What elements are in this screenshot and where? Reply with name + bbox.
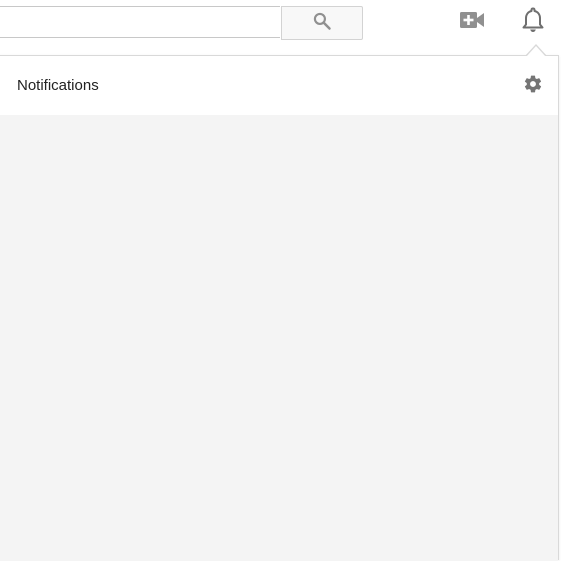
bell-icon	[521, 6, 545, 39]
panel-pointer-fill	[526, 46, 546, 57]
notifications-header: Notifications	[0, 56, 558, 115]
search-button[interactable]	[281, 6, 363, 40]
notifications-list	[0, 115, 558, 561]
video-add-icon	[459, 10, 485, 35]
notifications-button[interactable]	[513, 2, 553, 42]
notifications-panel: Notifications	[0, 55, 559, 561]
notifications-title: Notifications	[17, 77, 99, 94]
notification-settings-button[interactable]	[522, 75, 544, 97]
gear-icon	[523, 74, 543, 99]
top-bar	[0, 0, 561, 56]
search-icon	[312, 11, 332, 36]
search-input[interactable]	[0, 6, 280, 38]
upload-video-button[interactable]	[452, 2, 492, 42]
